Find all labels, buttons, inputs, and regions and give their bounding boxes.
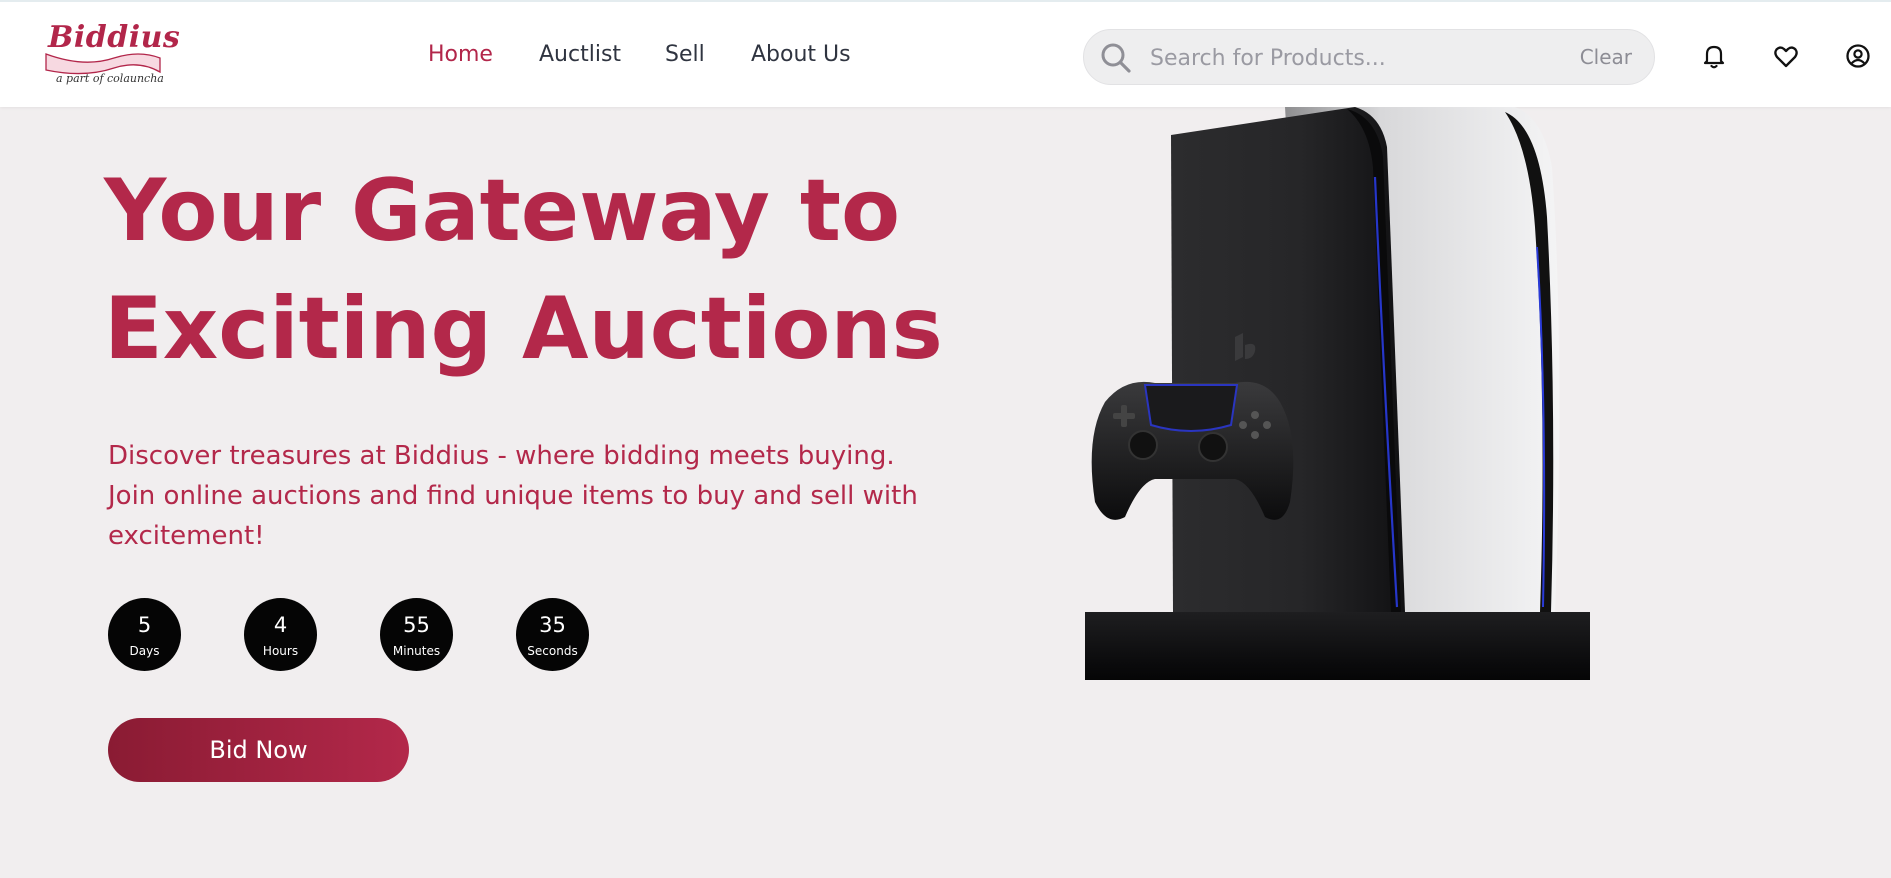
search-bar: Clear	[1083, 29, 1655, 85]
brand-logo[interactable]: Biddius a part of colauncha	[44, 18, 180, 90]
countdown-value: 55	[403, 613, 430, 637]
countdown-label: Minutes	[392, 644, 441, 658]
hero-title: Your Gateway to Exciting Auctions	[104, 152, 1004, 388]
countdown-label: Hours	[262, 644, 299, 658]
hero-title-line-1: Your Gateway to	[104, 161, 901, 261]
game-console-image	[1085, 107, 1590, 680]
user-icon[interactable]	[1844, 42, 1872, 70]
bid-now-button[interactable]: Bid Now	[108, 718, 409, 782]
countdown-hours: 4 Hours	[244, 598, 317, 671]
nav-item-auctlist[interactable]: Auctlist	[539, 42, 621, 67]
countdown-label: Days	[129, 644, 160, 658]
top-header: Biddius a part of colauncha Home Auctlis…	[0, 0, 1891, 107]
search-icon[interactable]	[1100, 42, 1132, 74]
countdown-value: 35	[539, 613, 566, 637]
nav-item-home[interactable]: Home	[428, 42, 493, 67]
countdown-value: 5	[137, 613, 152, 637]
countdown-value: 4	[273, 613, 288, 637]
countdown-label: Seconds	[527, 644, 578, 658]
search-input[interactable]	[1150, 38, 1530, 78]
countdown-seconds: 35 Seconds	[516, 598, 589, 671]
bell-icon[interactable]	[1700, 42, 1728, 70]
nav-item-sell[interactable]: Sell	[665, 42, 705, 67]
nav-item-about-us[interactable]: About Us	[751, 42, 851, 67]
hero-title-line-2: Exciting Auctions	[104, 279, 943, 379]
heart-icon[interactable]	[1772, 42, 1800, 70]
search-clear-button[interactable]: Clear	[1580, 45, 1632, 69]
hero-description: Discover treasures at Biddius - where bi…	[108, 441, 918, 551]
brand-tagline: a part of colauncha	[56, 72, 164, 85]
countdown-days: 5 Days	[108, 598, 181, 671]
countdown-minutes: 55 Minutes	[380, 598, 453, 671]
